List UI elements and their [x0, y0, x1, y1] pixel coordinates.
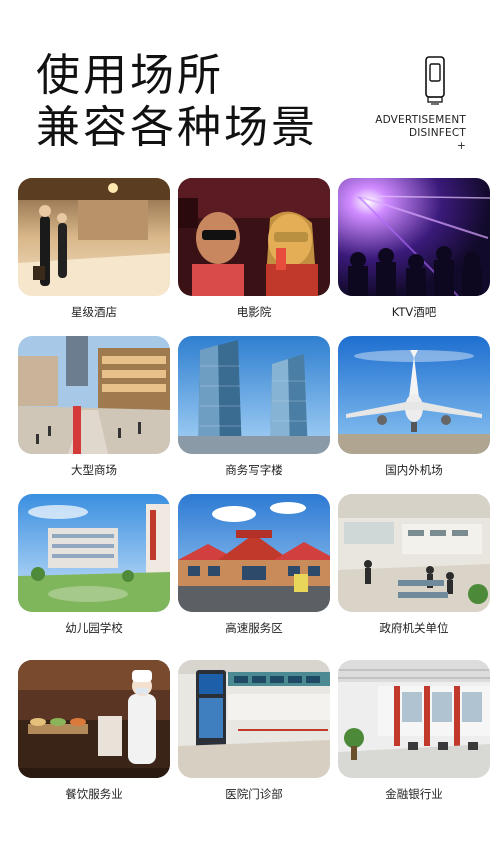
title-line-1: 使用场所	[36, 50, 224, 101]
scene-card-cinema[interactable]: 电影院	[178, 178, 330, 319]
scene-card-bank[interactable]: 金融银行业	[338, 660, 490, 801]
scene-card-office[interactable]: 商务写字楼	[178, 336, 330, 477]
scene-label: 幼儿园学校	[65, 621, 123, 635]
bank-photo	[338, 660, 490, 778]
airport-photo	[338, 336, 490, 454]
title-line-2: 兼容各种场景	[36, 102, 318, 153]
page-title: 使用场所 兼容各种场景	[36, 50, 318, 154]
office-photo	[178, 336, 330, 454]
scene-label: 医院门诊部	[225, 787, 283, 801]
scene-label: 大型商场	[71, 463, 117, 477]
scene-card-hotel[interactable]: 星级酒店	[18, 178, 170, 319]
hospital-photo	[178, 660, 330, 778]
scene-label: 星级酒店	[71, 305, 117, 319]
badge-text-plus: +	[457, 140, 466, 152]
hotel-photo	[18, 178, 170, 296]
device-icon	[425, 56, 445, 105]
scene-label: 商务写字楼	[225, 463, 283, 477]
scene-card-airport[interactable]: 国内外机场	[338, 336, 490, 477]
scene-card-government[interactable]: 政府机关单位	[338, 494, 490, 635]
school-photo	[18, 494, 170, 612]
cinema-photo	[178, 178, 330, 296]
scene-label: 政府机关单位	[379, 621, 449, 635]
badge-text-advertisement: ADVERTISEMENT	[375, 114, 466, 126]
government-photo	[338, 494, 490, 612]
service-area-photo	[178, 494, 330, 612]
brand-badge: ADVERTISEMENT DISINFECT +	[356, 56, 466, 153]
restaurant-photo	[18, 660, 170, 778]
scene-label: 金融银行业	[385, 787, 443, 801]
scene-label: 电影院	[236, 305, 272, 319]
scene-card-hospital[interactable]: 医院门诊部	[178, 660, 330, 801]
scene-card-ktv[interactable]: KTV酒吧	[338, 178, 490, 319]
mall-photo	[18, 336, 170, 454]
scene-label: 国内外机场	[385, 463, 443, 477]
scene-card-service-area[interactable]: 高速服务区	[178, 494, 330, 635]
scene-label: KTV酒吧	[391, 305, 437, 319]
scene-card-mall[interactable]: 大型商场	[18, 336, 170, 477]
scene-label: 高速服务区	[225, 621, 283, 635]
scene-card-school[interactable]: 幼儿园学校	[18, 494, 170, 635]
badge-text-disinfect: DISINFECT	[408, 127, 466, 139]
scene-card-restaurant[interactable]: 餐饮服务业	[18, 660, 170, 801]
scene-label: 餐饮服务业	[65, 787, 123, 801]
ktv-photo	[338, 178, 490, 296]
